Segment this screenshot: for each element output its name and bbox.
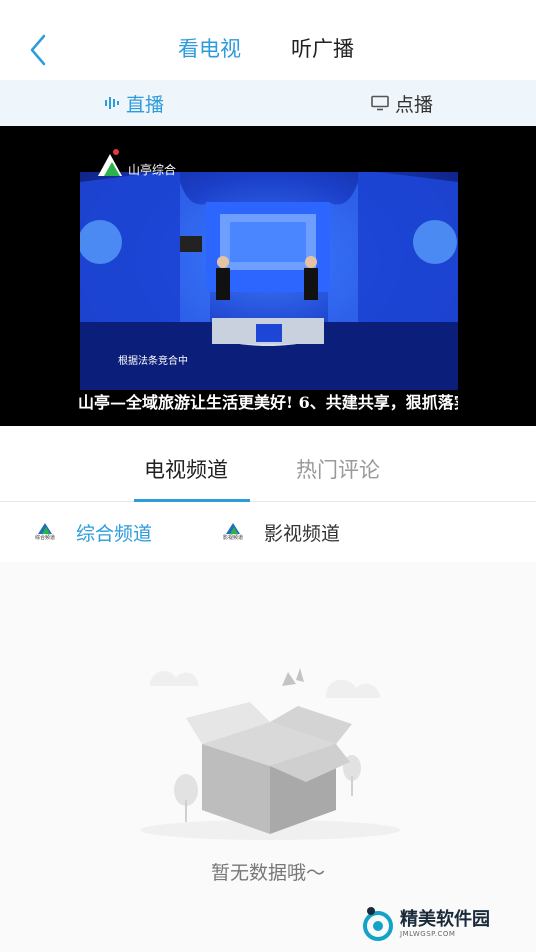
watermark: 精美软件园 JMLWGSP.COM bbox=[362, 906, 490, 942]
empty-box-illustration bbox=[140, 668, 400, 840]
tab-watch-tv[interactable]: 看电视 bbox=[178, 34, 241, 64]
channel-logo-small: 综合频道 bbox=[32, 521, 58, 543]
channel-list: 综合频道 综合频道 影视频道 影视频道 bbox=[0, 502, 536, 562]
channel-item-label: 综合频道 bbox=[76, 522, 153, 545]
channel-item-movies[interactable]: 影视频道 影视频道 bbox=[220, 502, 340, 562]
news-ticker: 山亭—全域旅游让生活更美好! 6、共建共享，狠抓落实，全 bbox=[78, 393, 458, 412]
tab-listen-radio[interactable]: 听广播 bbox=[291, 34, 354, 64]
tab-tv-channels[interactable]: 电视频道 bbox=[144, 454, 228, 486]
tab-live-label: 直播 bbox=[126, 93, 165, 116]
audio-wave-icon bbox=[105, 97, 119, 109]
mountain-logo-icon bbox=[226, 523, 240, 534]
channel-logo-small: 影视频道 bbox=[220, 521, 246, 543]
tab-on-demand[interactable]: 点播 bbox=[371, 80, 433, 126]
video-player[interactable]: 山亭综合 根据法条竞合中 山亭—全域旅游让生活更美好! 6、共建共享，狠抓落实，… bbox=[0, 126, 536, 426]
chevron-left-icon bbox=[30, 34, 46, 66]
channel-logo-caption: 影视频道 bbox=[222, 535, 243, 541]
video-caption: 根据法条竞合中 bbox=[118, 356, 188, 367]
tab-on-demand-label: 点播 bbox=[395, 93, 434, 116]
channel-logo-text: 山亭综合 bbox=[128, 163, 177, 177]
empty-state-text: 暂无数据哦～ bbox=[210, 862, 325, 884]
tab-hot-comments[interactable]: 热门评论 bbox=[296, 454, 380, 486]
tab-live[interactable]: 直播 bbox=[104, 80, 164, 126]
top-bar: 看电视 听广播 bbox=[0, 0, 536, 80]
monitor-icon bbox=[371, 95, 389, 111]
empty-state: 暂无数据哦～ bbox=[0, 562, 536, 952]
channel-item-label: 影视频道 bbox=[264, 522, 341, 545]
subtab-bar: 直播 点播 bbox=[0, 80, 536, 126]
watermark-logo-icon bbox=[363, 907, 393, 941]
channel-tab-bar: 电视频道 热门评论 bbox=[0, 426, 536, 502]
channel-logo-caption: 综合频道 bbox=[34, 535, 55, 541]
back-button[interactable] bbox=[22, 28, 54, 72]
channel-item-general[interactable]: 综合频道 综合频道 bbox=[32, 502, 152, 562]
watermark-subtitle: JMLWGSP.COM bbox=[400, 929, 456, 938]
channel-logo: 山亭综合 bbox=[96, 146, 176, 178]
mountain-logo-icon bbox=[98, 149, 122, 176]
watermark-title: 精美软件园 bbox=[400, 908, 490, 930]
mountain-logo-icon bbox=[38, 523, 52, 534]
